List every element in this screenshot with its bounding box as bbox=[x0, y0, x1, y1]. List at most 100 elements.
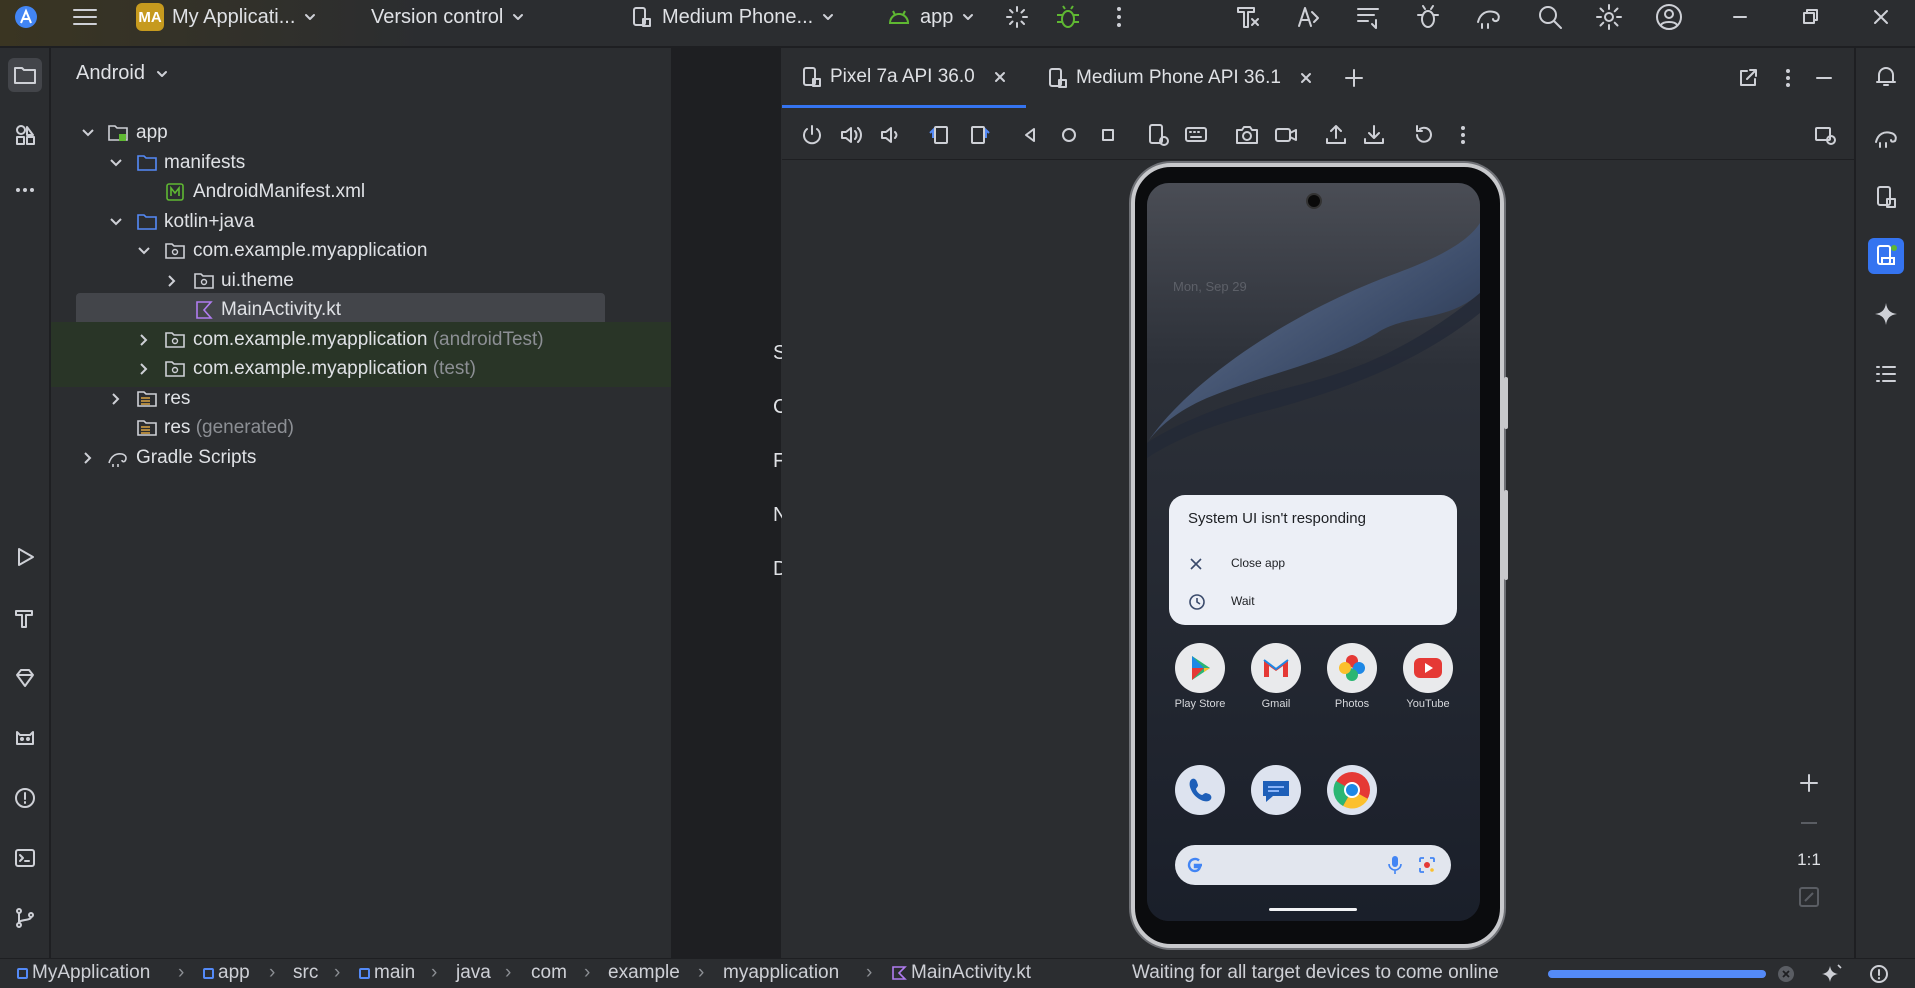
lens-icon[interactable] bbox=[1417, 855, 1437, 875]
logcat-button[interactable] bbox=[8, 721, 42, 755]
zoom-actual-size-button[interactable]: 1:1 bbox=[1792, 850, 1826, 870]
build-icon[interactable] bbox=[1234, 2, 1264, 32]
microphone-icon[interactable] bbox=[1387, 854, 1403, 876]
overview-icon[interactable] bbox=[1095, 122, 1121, 148]
wait-label: Wait bbox=[1231, 594, 1255, 608]
breadcrumb-item[interactable]: example bbox=[608, 962, 680, 984]
device-frame-icon[interactable] bbox=[1145, 122, 1171, 148]
home-icon[interactable] bbox=[1056, 122, 1082, 148]
reset-icon[interactable] bbox=[1411, 122, 1437, 148]
run-configuration-selector[interactable]: app bbox=[886, 0, 975, 34]
sync-list-icon[interactable] bbox=[1354, 2, 1384, 32]
gesture-nav-handle[interactable] bbox=[1269, 908, 1357, 911]
editor-peek-area: S C F N D bbox=[672, 48, 787, 958]
panel-options-icon[interactable] bbox=[1776, 66, 1800, 90]
device-selector[interactable]: Medium Phone... bbox=[630, 0, 835, 34]
debug-attach-icon[interactable] bbox=[1414, 2, 1444, 32]
wait-button[interactable]: Wait bbox=[1179, 587, 1447, 617]
project-module-icon bbox=[17, 967, 28, 979]
volume-down-icon[interactable] bbox=[876, 122, 902, 148]
power-icon[interactable] bbox=[799, 122, 825, 148]
zoom-in-icon[interactable] bbox=[1797, 771, 1821, 795]
problems-button[interactable] bbox=[8, 781, 42, 815]
play-store-icon[interactable] bbox=[1175, 643, 1225, 693]
breadcrumb-item[interactable]: myapplication bbox=[723, 962, 839, 984]
keyboard-icon[interactable] bbox=[1183, 122, 1209, 148]
minimize-window-icon[interactable] bbox=[1725, 2, 1755, 32]
main-menu-icon[interactable] bbox=[70, 2, 100, 32]
cancel-progress-icon[interactable] bbox=[1776, 964, 1796, 984]
notifications-bell-icon[interactable] bbox=[1873, 64, 1899, 90]
breadcrumb-separator-icon: › bbox=[269, 962, 276, 983]
hide-panel-icon[interactable] bbox=[1812, 66, 1836, 90]
back-icon[interactable] bbox=[1017, 122, 1043, 148]
youtube-icon[interactable] bbox=[1403, 643, 1453, 693]
gemini-status-icon[interactable] bbox=[1821, 963, 1843, 985]
project-view-selector[interactable]: Android bbox=[76, 62, 169, 85]
structure-list-icon[interactable] bbox=[1873, 361, 1899, 387]
gradle-tool-icon[interactable] bbox=[1873, 124, 1899, 150]
build-tool-button[interactable] bbox=[8, 601, 42, 635]
project-selector[interactable]: MA My Applicati... bbox=[136, 0, 317, 34]
close-app-button[interactable]: Close app bbox=[1179, 549, 1447, 579]
tab-pixel-7a[interactable]: Pixel 7a API 36.0 bbox=[782, 48, 1026, 108]
phone-screen[interactable]: Mon, Sep 29 System UI isn't responding C… bbox=[1147, 183, 1480, 921]
translate-icon[interactable] bbox=[1294, 2, 1324, 32]
volume-up-icon[interactable] bbox=[838, 122, 864, 148]
android-studio-logo-icon[interactable] bbox=[11, 2, 41, 32]
version-control-menu[interactable]: Version control bbox=[371, 0, 525, 34]
problems-status-icon[interactable] bbox=[1869, 964, 1889, 984]
gemini-sparkle-icon[interactable] bbox=[1873, 301, 1899, 327]
gradle-sync-icon[interactable] bbox=[1474, 2, 1504, 32]
breadcrumb-item[interactable]: app bbox=[203, 962, 250, 984]
project-tool-button[interactable] bbox=[8, 58, 42, 92]
breadcrumb-item[interactable]: src bbox=[293, 962, 318, 984]
search-icon[interactable] bbox=[1535, 2, 1565, 32]
app-quality-button[interactable] bbox=[8, 661, 42, 695]
more-tool-windows-button[interactable] bbox=[8, 173, 42, 207]
close-tab-icon[interactable] bbox=[1299, 71, 1313, 85]
running-devices-tool-button[interactable] bbox=[1868, 238, 1904, 274]
photos-icon[interactable] bbox=[1327, 643, 1377, 693]
close-tab-icon[interactable] bbox=[993, 70, 1007, 84]
close-window-icon[interactable] bbox=[1866, 2, 1896, 32]
device-manager-icon[interactable] bbox=[1813, 122, 1839, 148]
screenshot-camera-icon[interactable] bbox=[1234, 122, 1260, 148]
tree-row-gradle-scripts[interactable]: Gradle Scripts bbox=[51, 440, 671, 476]
add-tab-icon[interactable] bbox=[1342, 66, 1366, 90]
upload-icon[interactable] bbox=[1323, 122, 1349, 148]
phone-volume-button[interactable] bbox=[1504, 490, 1508, 580]
rotate-left-icon[interactable] bbox=[927, 122, 953, 148]
google-search-bar[interactable] bbox=[1175, 845, 1451, 885]
breadcrumb-item[interactable]: MyApplication bbox=[17, 962, 150, 984]
open-external-icon[interactable] bbox=[1736, 66, 1760, 90]
account-icon[interactable] bbox=[1654, 2, 1684, 32]
breadcrumb-item[interactable]: java bbox=[456, 962, 491, 984]
chrome-app-icon[interactable] bbox=[1327, 765, 1377, 815]
screen-record-icon[interactable] bbox=[1273, 122, 1299, 148]
messages-app-icon[interactable] bbox=[1251, 765, 1301, 815]
breadcrumb-item[interactable]: main bbox=[359, 962, 415, 984]
download-icon[interactable] bbox=[1361, 122, 1387, 148]
device-explorer-icon[interactable] bbox=[1873, 184, 1899, 210]
more-actions-icon[interactable] bbox=[1104, 2, 1134, 32]
resource-manager-button[interactable] bbox=[8, 118, 42, 152]
run-tool-button[interactable] bbox=[8, 540, 42, 574]
gmail-icon[interactable] bbox=[1251, 643, 1301, 693]
debug-icon[interactable] bbox=[1053, 2, 1083, 32]
terminal-button[interactable] bbox=[8, 841, 42, 875]
breadcrumb-item[interactable]: com bbox=[531, 962, 567, 984]
restore-window-icon[interactable] bbox=[1795, 2, 1825, 32]
zoom-fit-icon[interactable] bbox=[1798, 886, 1820, 908]
rotate-right-icon[interactable] bbox=[966, 122, 992, 148]
breadcrumb-separator-icon: › bbox=[334, 962, 341, 983]
breadcrumb-item[interactable]: MainActivity.kt bbox=[891, 962, 1031, 984]
tab-medium-phone[interactable]: Medium Phone API 36.1 bbox=[1048, 48, 1313, 108]
phone-power-button[interactable] bbox=[1504, 377, 1508, 429]
settings-gear-icon[interactable] bbox=[1594, 2, 1624, 32]
git-button[interactable] bbox=[8, 901, 42, 935]
phone-app-icon[interactable] bbox=[1175, 765, 1225, 815]
zoom-out-icon[interactable] bbox=[1797, 811, 1821, 835]
progress-bar bbox=[1548, 970, 1766, 978]
more-options-icon[interactable] bbox=[1450, 122, 1476, 148]
